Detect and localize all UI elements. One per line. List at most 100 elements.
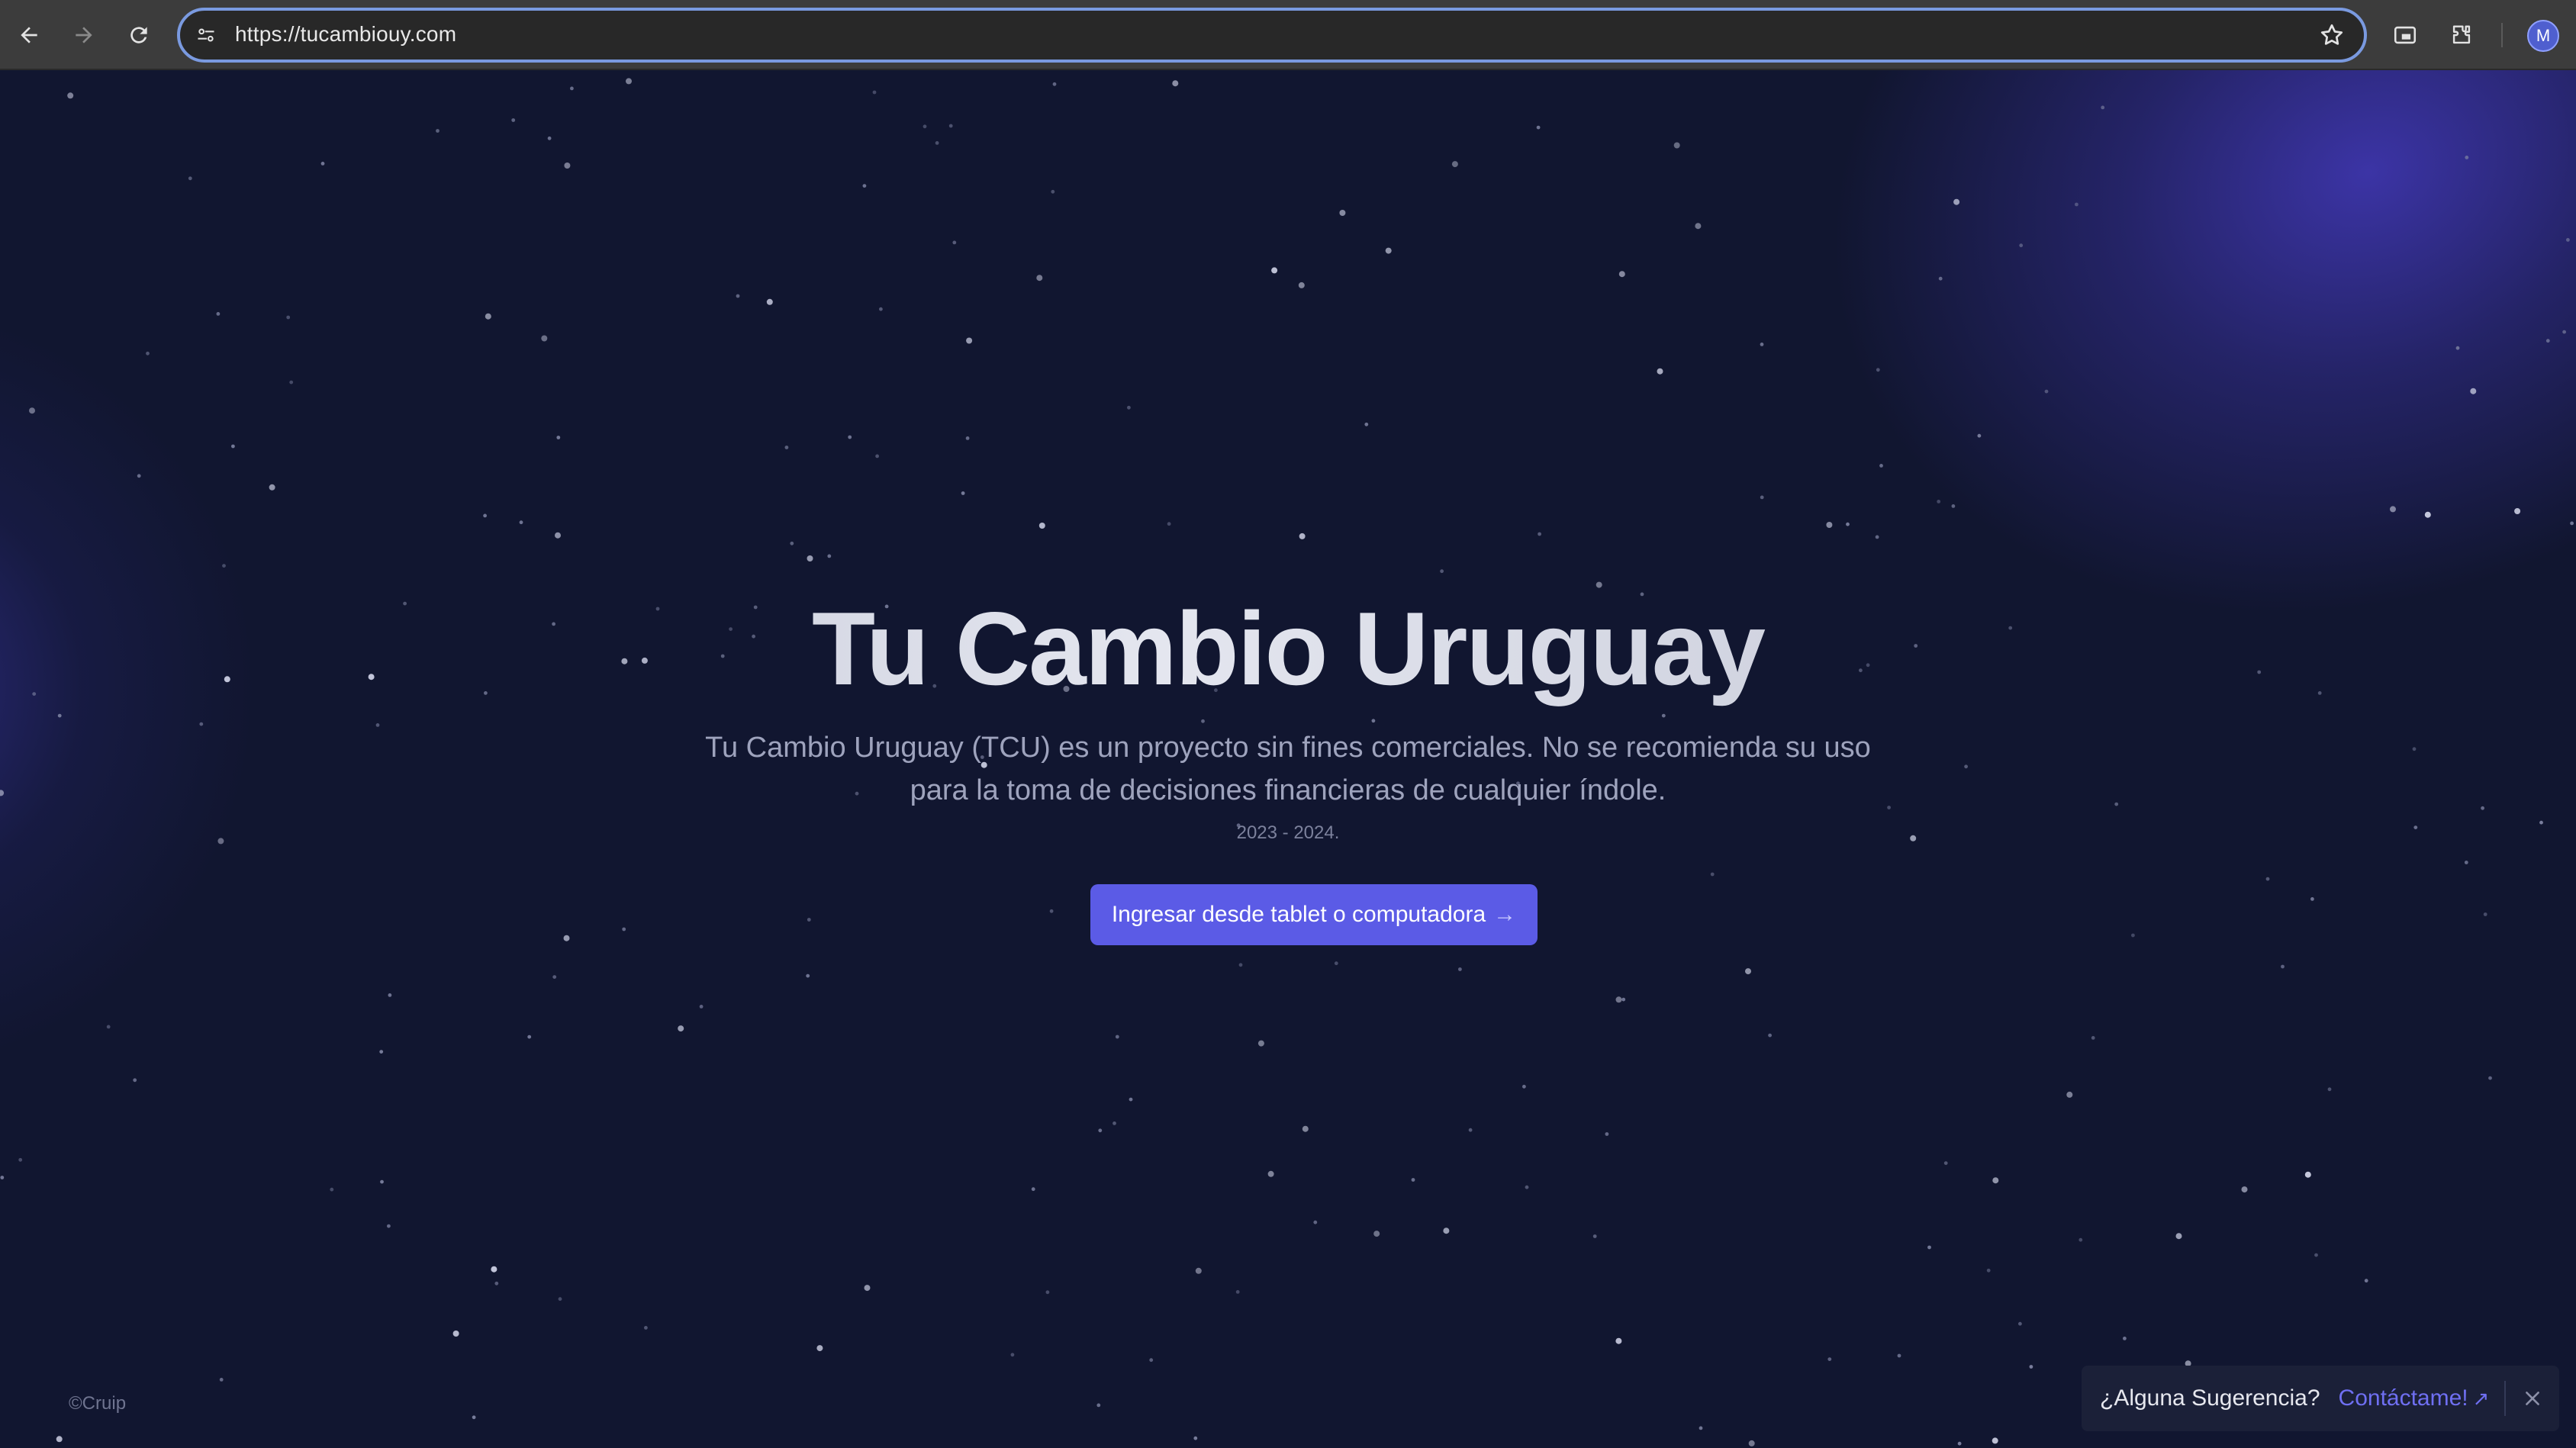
star-dot xyxy=(2514,508,2521,514)
star-dot xyxy=(1826,522,1833,528)
star-dot xyxy=(1615,1337,1622,1344)
extensions-icon[interactable] xyxy=(2445,18,2478,52)
external-link-icon: ↗ xyxy=(2472,1386,2490,1410)
star-dot xyxy=(1238,963,1243,967)
star-dot xyxy=(872,90,877,95)
star-dot xyxy=(570,86,574,91)
star-dot xyxy=(1748,1440,1755,1446)
star-dot xyxy=(1618,271,1625,278)
star-dot xyxy=(2464,861,2468,864)
star-dot xyxy=(2566,238,2570,242)
star-dot xyxy=(626,78,632,85)
star-dot xyxy=(1364,422,1369,426)
star-dot xyxy=(564,162,571,169)
star-dot xyxy=(1443,1228,1450,1234)
star-dot xyxy=(1827,1357,1832,1361)
hero-section: Tu Cambio Uruguay Tu Cambio Uruguay (TCU… xyxy=(0,589,2576,844)
star-dot xyxy=(1334,961,1338,966)
landing-page: Tu Cambio Uruguay Tu Cambio Uruguay (TCU… xyxy=(0,70,2576,1448)
star-dot xyxy=(1986,1268,1991,1273)
star-dot xyxy=(2044,389,2049,394)
reload-icon[interactable] xyxy=(121,17,157,53)
star-dot xyxy=(848,435,852,439)
star-dot xyxy=(485,313,491,320)
star-dot xyxy=(1745,968,1751,975)
star-dot xyxy=(0,1176,5,1179)
site-settings-icon[interactable] xyxy=(192,21,220,49)
star-dot xyxy=(527,1035,532,1039)
star-dot xyxy=(1621,997,1626,1002)
star-dot xyxy=(644,1326,648,1330)
star-dot xyxy=(436,129,440,133)
star-dot xyxy=(923,124,927,129)
star-dot xyxy=(2488,1076,2492,1080)
star-dot xyxy=(2390,506,2396,513)
star-dot xyxy=(1298,282,1305,288)
star-dot xyxy=(2327,1087,2332,1092)
star-dot xyxy=(1951,504,1956,508)
star-dot xyxy=(2241,1186,2248,1193)
star-dot xyxy=(56,1436,63,1443)
star-dot xyxy=(106,1025,111,1029)
star-dot xyxy=(952,240,957,245)
hero-years: 2023 - 2024. xyxy=(1236,822,1340,844)
star-dot xyxy=(1760,343,1764,346)
star-dot xyxy=(2424,511,2431,518)
enter-app-button[interactable]: Ingresar desde tablet o computadora → xyxy=(1090,884,1538,945)
star-dot xyxy=(2019,243,2024,248)
back-icon[interactable] xyxy=(11,17,47,53)
star-dot xyxy=(807,555,813,562)
star-dot xyxy=(1049,909,1054,913)
star-dot xyxy=(1267,1170,1274,1177)
star-dot xyxy=(1096,1403,1101,1408)
star-dot xyxy=(766,298,773,305)
star-dot xyxy=(289,380,294,385)
star-dot xyxy=(1525,1185,1529,1189)
star-dot xyxy=(1468,1128,1473,1132)
star-dot xyxy=(231,444,235,449)
contact-link-label[interactable]: Contáctame! xyxy=(2339,1385,2468,1411)
star-dot xyxy=(1458,967,1462,971)
star-dot xyxy=(494,1281,499,1286)
star-dot xyxy=(1876,368,1880,372)
star-dot xyxy=(1536,125,1541,130)
forward-icon[interactable] xyxy=(66,17,102,53)
star-dot xyxy=(827,554,832,558)
star-dot xyxy=(1098,1128,1103,1133)
address-bar[interactable]: https://tucambiouy.com xyxy=(177,8,2367,63)
arrow-right-icon: → xyxy=(1493,902,1517,927)
star-dot xyxy=(1036,275,1043,282)
star-dot xyxy=(547,136,552,140)
star-dot xyxy=(961,491,965,495)
star-dot xyxy=(188,176,192,181)
star-dot xyxy=(2079,1237,2083,1242)
star-dot xyxy=(2455,346,2460,350)
star-dot xyxy=(2018,1321,2022,1326)
star-dot xyxy=(379,1050,384,1054)
star-dot xyxy=(2310,897,2314,901)
close-icon[interactable] xyxy=(2516,1382,2549,1414)
star-dot xyxy=(1992,1437,1998,1444)
star-dot xyxy=(1313,1220,1318,1224)
star-dot xyxy=(511,118,516,122)
star-dot xyxy=(1440,569,1444,574)
star-dot xyxy=(2091,1036,2095,1040)
star-dot xyxy=(388,993,392,997)
star-dot xyxy=(1957,1441,1962,1446)
contact-link[interactable]: Contáctame! ↗ xyxy=(2339,1385,2490,1411)
star-dot xyxy=(862,184,867,188)
star-dot xyxy=(1879,464,1883,468)
url-text[interactable]: https://tucambiouy.com xyxy=(235,22,456,47)
browser-toolbar: https://tucambiouy.com M xyxy=(0,0,2576,70)
star-dot xyxy=(1592,1234,1597,1238)
toast-divider xyxy=(2504,1381,2506,1416)
star-dot xyxy=(1760,495,1764,500)
star-dot xyxy=(2265,877,2270,881)
star-dot xyxy=(1953,198,1960,205)
cast-icon[interactable] xyxy=(2388,18,2422,52)
star-dot xyxy=(1115,1035,1119,1039)
star-dot xyxy=(133,1078,137,1083)
bookmark-star-icon[interactable] xyxy=(2318,21,2346,49)
star-dot xyxy=(563,935,570,941)
profile-avatar[interactable]: M xyxy=(2527,20,2559,52)
